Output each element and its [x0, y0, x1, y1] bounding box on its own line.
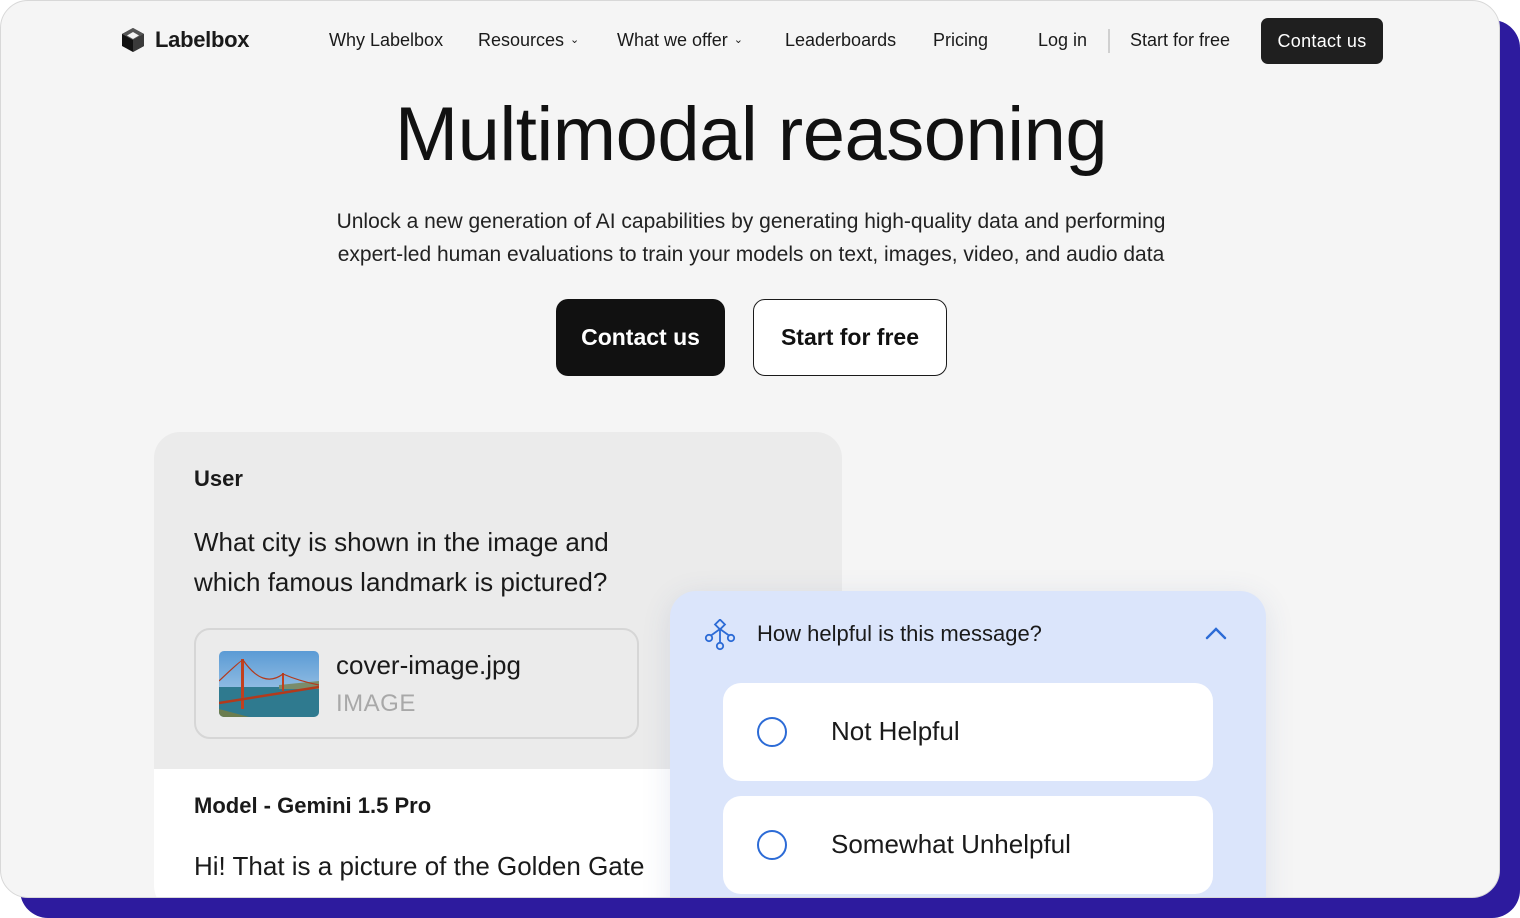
hero-subtitle: Unlock a new generation of AI capabiliti…	[301, 205, 1201, 271]
nav-link-label: Leaderboards	[785, 30, 897, 50]
logo[interactable]: Labelbox	[121, 27, 249, 53]
rating-option-somewhat-unhelpful[interactable]: Somewhat Unhelpful	[723, 796, 1213, 894]
hero-subtitle-line: Unlock a new generation of AI capabiliti…	[336, 210, 1166, 233]
nav-link-pricing[interactable]: Pricing	[933, 30, 988, 51]
nav-link-leaderboards[interactable]: Leaderboards	[785, 30, 896, 51]
top-nav: Labelbox Why Labelbox Resources ⌄ What w…	[1, 1, 1499, 81]
nav-link-label: Pricing	[933, 30, 989, 50]
model-label: Model - Gemini 1.5 Pro	[194, 793, 432, 818]
attachment-file-type: IMAGE	[336, 690, 416, 717]
nav-contact-button[interactable]: Contact us	[1261, 18, 1383, 64]
user-label: User	[194, 466, 243, 491]
rating-option-not-helpful[interactable]: Not Helpful	[723, 683, 1213, 781]
attachment-file-name: cover-image.jpg	[336, 650, 521, 680]
brand-name: Labelbox	[155, 27, 250, 52]
classification-tree-icon	[704, 619, 736, 651]
chevron-down-icon: ⌄	[570, 34, 580, 46]
nav-link-label: Why Labelbox	[329, 30, 444, 50]
rating-option-label: Somewhat Unhelpful	[831, 829, 1071, 859]
hero-subtitle-line: expert-led human evaluations to train yo…	[337, 243, 1165, 266]
image-attachment[interactable]: cover-image.jpg IMAGE	[194, 628, 639, 739]
nav-divider	[1108, 29, 1110, 53]
labelbox-logo-icon	[122, 28, 144, 52]
browser-page: Labelbox Why Labelbox Resources ⌄ What w…	[0, 0, 1500, 898]
rating-question: How helpful is this message?	[757, 621, 1042, 646]
chevron-up-icon[interactable]	[1204, 624, 1228, 642]
radio-button[interactable]	[757, 717, 787, 747]
login-link[interactable]: Log in	[1038, 30, 1087, 51]
hero-start-free-button[interactable]: Start for free	[753, 299, 947, 376]
nav-link-why-labelbox[interactable]: Why Labelbox	[329, 30, 443, 51]
nav-link-label: Resources	[478, 30, 565, 50]
radio-button[interactable]	[757, 830, 787, 860]
page-title: Multimodal reasoning	[394, 92, 1108, 177]
user-question: What city is shown in the image and whic…	[194, 527, 609, 597]
rating-option-label: Not Helpful	[831, 716, 960, 746]
nav-link-label: What we offer	[617, 30, 728, 50]
chevron-down-icon: ⌄	[733, 34, 743, 46]
golden-gate-thumbnail	[219, 651, 319, 717]
start-free-link[interactable]: Start for free	[1130, 30, 1230, 51]
model-reply-text: Hi! That is a picture of the Golden Gate	[194, 851, 645, 881]
nav-link-resources[interactable]: Resources ⌄	[478, 30, 579, 51]
hero-contact-button[interactable]: Contact us	[556, 299, 725, 376]
helpfulness-rating-card: How helpful is this message? Not Helpful…	[670, 591, 1266, 897]
nav-link-what-we-offer[interactable]: What we offer ⌄	[617, 30, 743, 51]
